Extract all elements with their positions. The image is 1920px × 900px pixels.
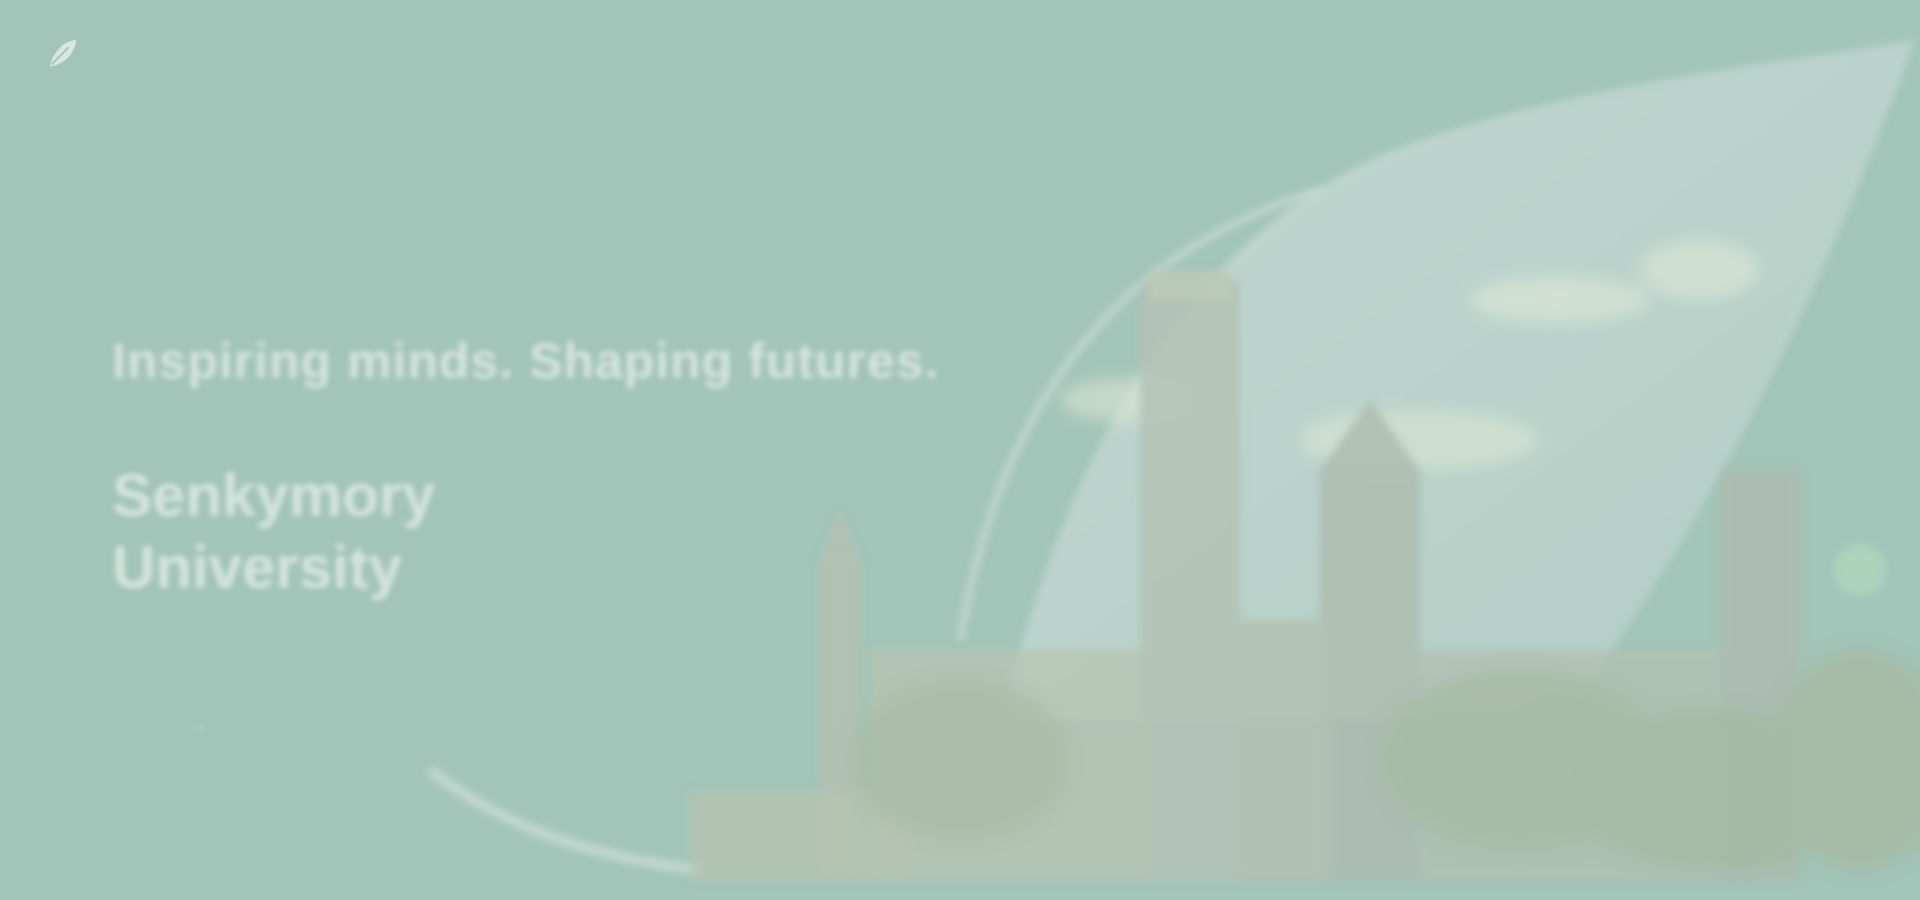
hero-title-line-2: University [112,534,403,601]
arrow-right-icon[interactable]: → [188,714,208,737]
hero-links: → [112,714,208,737]
hero-title: Senkymory University [112,460,436,604]
swoosh-lower [426,766,701,875]
hero-tagline: Inspiring minds. Shaping futures. [112,333,940,389]
hero-title-line-1: Senkymory [112,462,436,529]
circle-badge-icon [1834,544,1886,596]
hero-illustration [426,40,1920,880]
